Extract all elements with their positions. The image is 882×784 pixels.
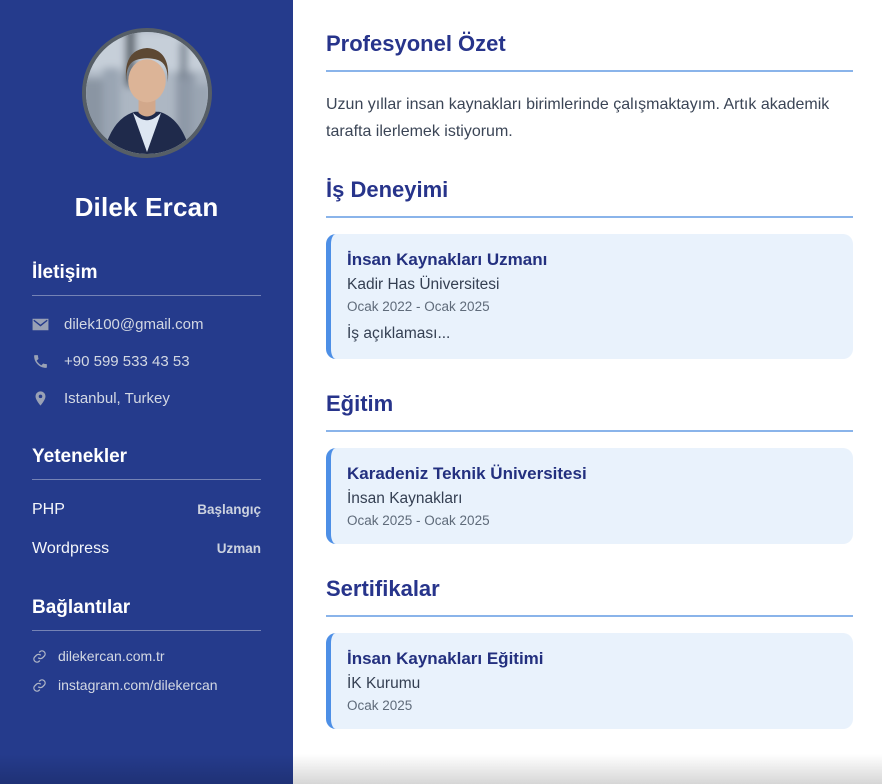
sidebar: Dilek Ercan İletişim dilek100@gmail.com … — [0, 0, 293, 784]
contact-email-text: dilek100@gmail.com — [64, 316, 203, 333]
contact-phone-text: +90 599 533 43 53 — [64, 353, 190, 370]
experience-role: İnsan Kaynakları Uzmanı — [347, 250, 833, 270]
resume-page: Dilek Ercan İletişim dilek100@gmail.com … — [0, 0, 882, 784]
skill-level-badge: Uzman — [217, 541, 261, 556]
skills-section: Yetenekler PHP Başlangıç Wordpress Uzman — [32, 446, 261, 558]
link-item-website[interactable]: dilekercan.com.tr — [32, 648, 261, 664]
profile-photo — [86, 32, 208, 154]
certificates-section: Sertifikalar İnsan Kaynakları Eğitimi İK… — [326, 576, 853, 729]
experience-organization: Kadir Has Üniversitesi — [347, 276, 833, 294]
experience-description: İş açıklaması... — [347, 325, 833, 343]
education-card: Karadeniz Teknik Üniversitesi İnsan Kayn… — [326, 448, 853, 544]
contact-list: dilek100@gmail.com +90 599 533 43 53 Ist… — [32, 316, 261, 407]
certificate-card: İnsan Kaynakları Eğitimi İK Kurumu Ocak … — [326, 633, 853, 729]
person-name: Dilek Ercan — [32, 192, 261, 223]
main-content: Profesyonel Özet Uzun yıllar insan kayna… — [293, 0, 882, 784]
experience-card: İnsan Kaynakları Uzmanı Kadir Has Üniver… — [326, 234, 853, 359]
contact-location-text: Istanbul, Turkey — [64, 390, 170, 407]
link-item-instagram[interactable]: instagram.com/dilekercan — [32, 677, 261, 693]
links-list: dilekercan.com.tr instagram.com/dilekerc… — [32, 648, 261, 693]
link-text: instagram.com/dilekercan — [58, 677, 218, 693]
education-school: Karadeniz Teknik Üniversitesi — [347, 464, 833, 484]
certificate-issuer: İK Kurumu — [347, 675, 833, 693]
phone-icon — [32, 353, 49, 370]
contact-section: İletişim dilek100@gmail.com +90 599 533 … — [32, 262, 261, 407]
skill-name: Wordpress — [32, 540, 109, 558]
contact-item-email: dilek100@gmail.com — [32, 316, 261, 333]
skill-name: PHP — [32, 501, 65, 519]
summary-heading: Profesyonel Özet — [326, 31, 853, 72]
education-heading: Eğitim — [326, 391, 853, 432]
education-field: İnsan Kaynakları — [347, 490, 833, 508]
certificates-heading: Sertifikalar — [326, 576, 853, 617]
skills-heading: Yetenekler — [32, 446, 261, 480]
link-text: dilekercan.com.tr — [58, 648, 165, 664]
location-icon — [32, 390, 49, 407]
skill-level-badge: Başlangıç — [197, 502, 261, 517]
contact-item-location: Istanbul, Turkey — [32, 390, 261, 407]
contact-heading: İletişim — [32, 262, 261, 296]
certificate-dates: Ocak 2025 — [347, 698, 833, 713]
avatar — [82, 28, 212, 158]
experience-section: İş Deneyimi İnsan Kaynakları Uzmanı Kadi… — [326, 177, 853, 359]
education-section: Eğitim Karadeniz Teknik Üniversitesi İns… — [326, 391, 853, 544]
certificate-name: İnsan Kaynakları Eğitimi — [347, 649, 833, 669]
skill-row: PHP Başlangıç — [32, 501, 261, 519]
links-section: Bağlantılar dilekercan.com.tr instagram.… — [32, 597, 261, 693]
mail-icon — [32, 316, 49, 333]
links-heading: Bağlantılar — [32, 597, 261, 631]
contact-item-phone: +90 599 533 43 53 — [32, 353, 261, 370]
experience-heading: İş Deneyimi — [326, 177, 853, 218]
skill-row: Wordpress Uzman — [32, 540, 261, 558]
link-icon — [32, 649, 47, 664]
summary-section: Profesyonel Özet Uzun yıllar insan kayna… — [326, 31, 853, 145]
link-icon — [32, 678, 47, 693]
summary-text: Uzun yıllar insan kaynakları birimlerind… — [326, 91, 846, 145]
experience-dates: Ocak 2022 - Ocak 2025 — [347, 299, 833, 314]
education-dates: Ocak 2025 - Ocak 2025 — [347, 513, 833, 528]
skills-list: PHP Başlangıç Wordpress Uzman — [32, 501, 261, 558]
